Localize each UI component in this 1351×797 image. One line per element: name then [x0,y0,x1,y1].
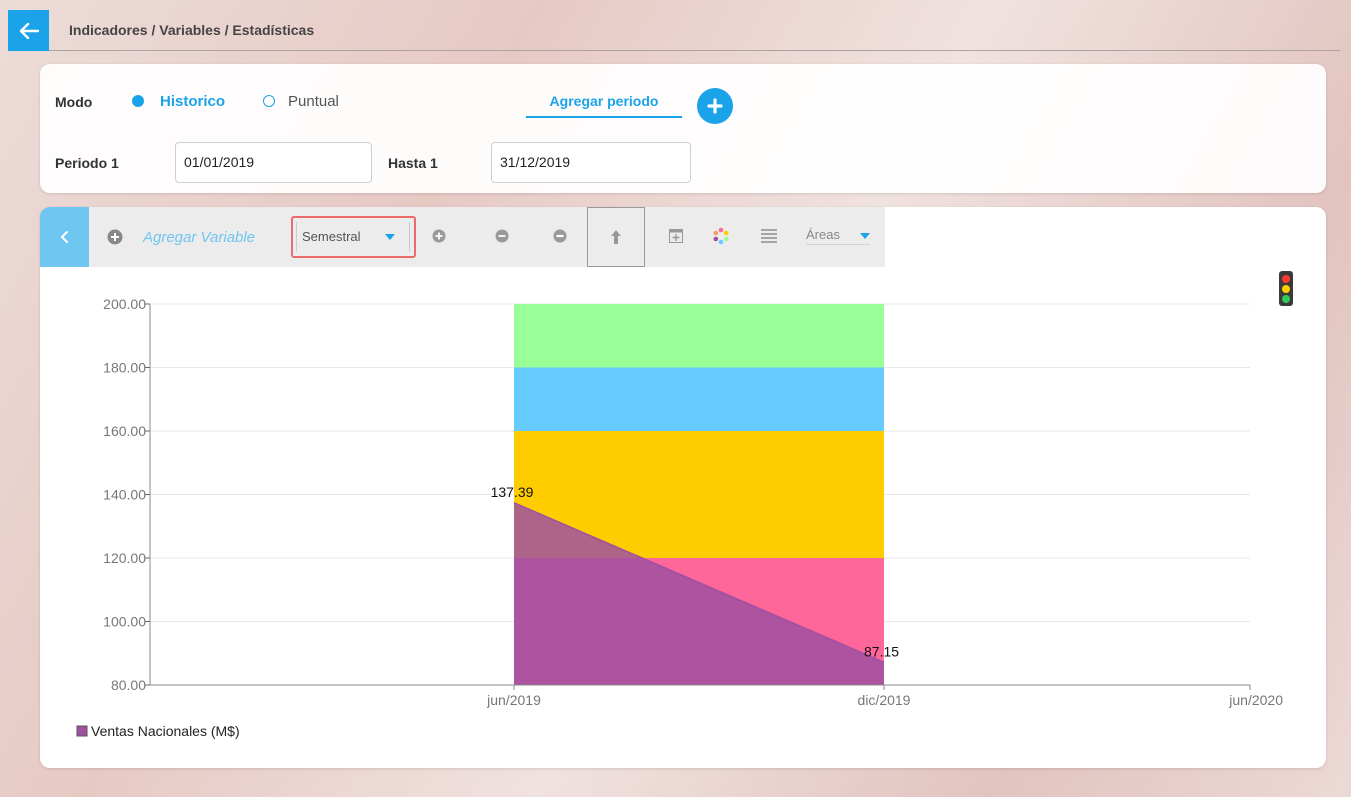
threshold-band [514,367,884,431]
radio-historico[interactable] [132,95,144,107]
x-tick-label: jun/2020 [1228,692,1283,708]
breadcrumb: Indicadores / Variables / Estadísticas [69,22,315,38]
radio-puntual[interactable] [263,95,275,107]
legend-label: Ventas Nacionales (M$) [91,723,240,739]
chart-panel: Agregar Variable Semestral Áreas 80.00 1… [40,207,1326,768]
back-arrow-icon [19,22,39,39]
period-start-field[interactable]: 01/01/2019 [175,142,372,183]
x-tick-label: dic/2019 [858,692,911,708]
data-label: 137.39 [491,484,534,500]
option-historico-label[interactable]: Historico [160,93,225,110]
legend-swatch [76,725,88,737]
option-puntual-label[interactable]: Puntual [288,93,339,110]
y-tick-label: 140.00 [103,487,146,503]
plus-icon [707,98,723,114]
top-bar: Indicadores / Variables / Estadísticas [8,10,1340,51]
y-tick-label: 80.00 [111,677,146,693]
y-tick-label: 200.00 [103,296,146,312]
threshold-band [514,304,884,368]
add-period-button[interactable] [697,88,733,124]
data-label: 87.15 [864,643,899,659]
until-label: Hasta 1 [388,155,438,171]
back-button[interactable] [8,10,49,51]
mode-label: Modo [55,94,93,110]
y-tick-label: 100.00 [103,614,146,630]
period-label: Periodo 1 [55,155,119,171]
period-end-field[interactable]: 31/12/2019 [491,142,691,183]
filter-panel: Modo Historico Puntual Agregar periodo P… [40,64,1326,193]
y-tick-label: 180.00 [103,360,146,376]
add-period-link[interactable]: Agregar periodo [526,93,682,118]
y-tick-label: 160.00 [103,423,146,439]
y-tick-label: 120.00 [103,550,146,566]
area-chart: 80.00 100.00 120.00 140.00 160.00 180.00 200.0… [76,296,1283,739]
x-tick-label: jun/2019 [486,692,541,708]
